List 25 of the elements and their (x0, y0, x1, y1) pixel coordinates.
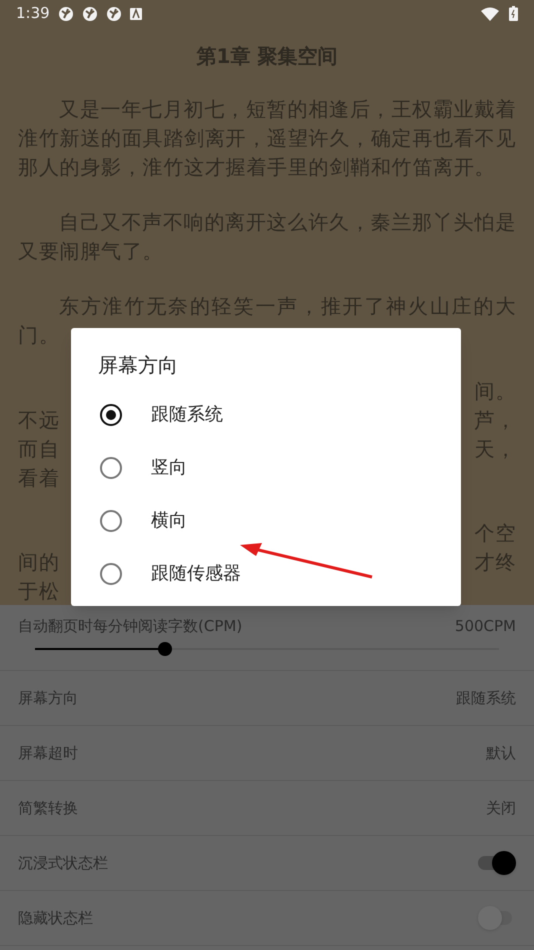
toggle-switch[interactable] (478, 850, 516, 876)
radio-button[interactable] (100, 404, 122, 426)
keyboard-icon (130, 8, 142, 20)
setting-label: 沉浸式状态栏 (18, 852, 108, 874)
dialog-title: 屏幕方向 (97, 352, 179, 379)
radio-button[interactable] (100, 456, 122, 478)
setting-label: 隐藏状态栏 (18, 908, 93, 929)
setting-label: 屏幕方向 (18, 688, 78, 709)
slider-thumb[interactable] (158, 642, 172, 656)
setting-label: 自动翻页时每分钟阅读字数(CPM) (18, 616, 242, 637)
radio-button[interactable] (100, 510, 122, 532)
radio-option[interactable]: 跟随传感器 (71, 547, 461, 600)
setting-value: 500CPM (454, 616, 516, 637)
aperture-icon (106, 6, 122, 22)
radio-option[interactable]: 竖向 (71, 441, 461, 494)
radio-option[interactable]: 横向 (71, 494, 461, 547)
radio-option[interactable]: 跟随系统 (71, 388, 461, 441)
aperture-icon (82, 6, 98, 22)
battery-icon (509, 6, 518, 22)
setting-label: 简繁转换 (18, 798, 78, 819)
radio-button[interactable] (100, 562, 122, 584)
wifi-icon (481, 6, 499, 21)
status-time: 1:39 (16, 3, 50, 24)
aperture-icon (58, 6, 74, 22)
setting-label: 屏幕超时 (18, 742, 78, 764)
